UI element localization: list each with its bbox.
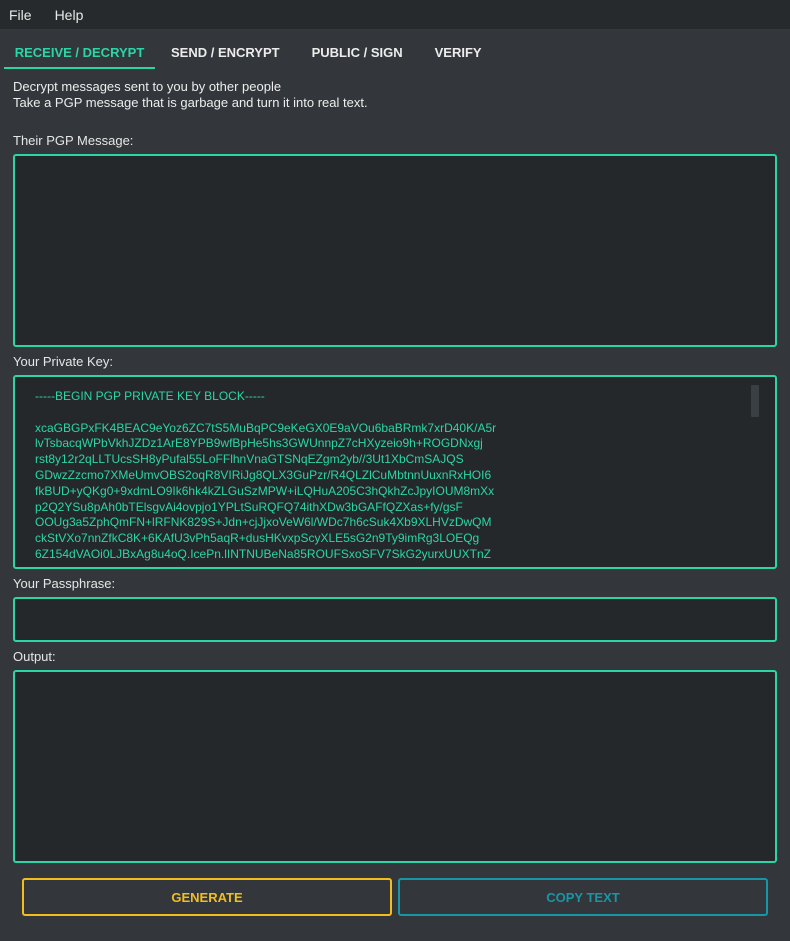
- tab-public-sign[interactable]: PUBLIC / SIGN: [296, 38, 419, 69]
- tab-bar: RECEIVE / DECRYPT SEND / ENCRYPT PUBLIC …: [4, 38, 498, 69]
- tab-receive-decrypt[interactable]: RECEIVE / DECRYPT: [4, 38, 155, 69]
- page-description: Decrypt messages sent to you by other pe…: [13, 79, 368, 111]
- description-line-1: Decrypt messages sent to you by other pe…: [13, 79, 282, 94]
- private-key-input[interactable]: -----BEGIN PGP PRIVATE KEY BLOCK----- xc…: [13, 375, 777, 569]
- passphrase-input[interactable]: [13, 597, 777, 642]
- pgp-message-label: Their PGP Message:: [13, 133, 134, 148]
- pgp-message-value: [35, 168, 745, 339]
- menu-bar: File Help: [0, 0, 790, 29]
- pgp-message-input[interactable]: [13, 154, 777, 347]
- tab-verify[interactable]: VERIFY: [419, 38, 498, 69]
- private-key-scrollbar[interactable]: [751, 385, 759, 417]
- menu-file[interactable]: File: [0, 7, 41, 23]
- tab-send-encrypt[interactable]: SEND / ENCRYPT: [155, 38, 296, 69]
- generate-button[interactable]: GENERATE: [22, 878, 392, 916]
- private-key-label: Your Private Key:: [13, 354, 113, 369]
- passphrase-value: [35, 611, 745, 634]
- output-label: Output:: [13, 649, 56, 664]
- private-key-value: -----BEGIN PGP PRIVATE KEY BLOCK----- xc…: [35, 389, 497, 561]
- passphrase-label: Your Passphrase:: [13, 576, 116, 591]
- menu-help[interactable]: Help: [46, 7, 93, 23]
- copy-text-button[interactable]: COPY TEXT: [398, 878, 768, 916]
- output-field[interactable]: [13, 670, 777, 863]
- output-value: [35, 684, 745, 855]
- description-line-2: Take a PGP message that is garbage and t…: [13, 95, 368, 110]
